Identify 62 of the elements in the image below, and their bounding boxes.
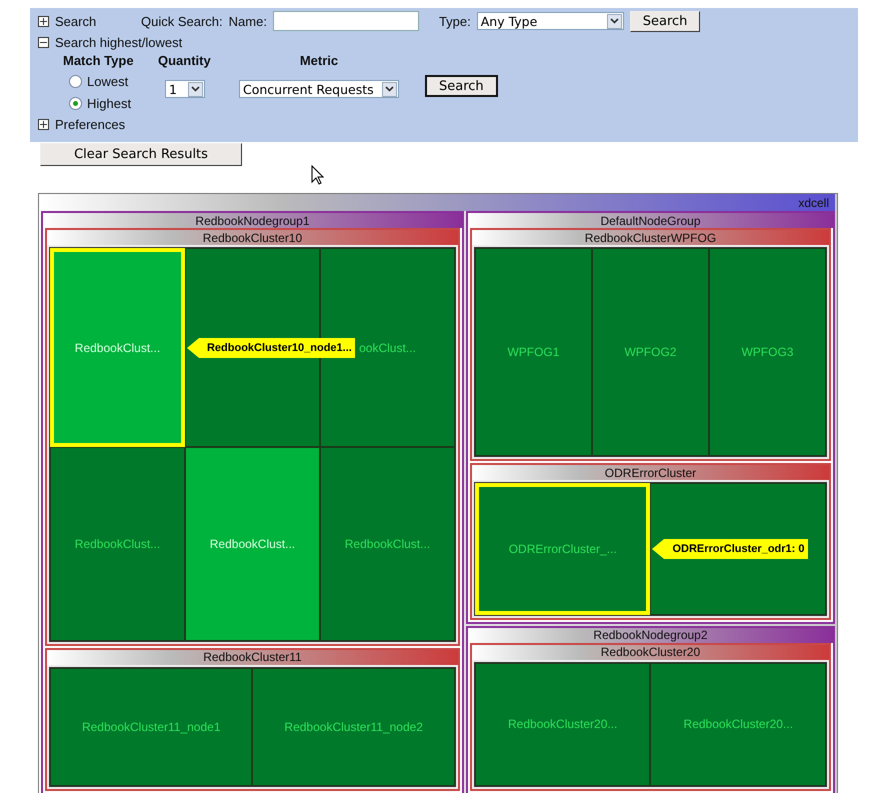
node-label: RedbookClust... <box>74 340 160 355</box>
radio-button[interactable] <box>69 74 82 88</box>
nodegroup-header: DefaultNodeGroup <box>468 213 833 228</box>
column-heading: Metric <box>300 53 338 68</box>
search-button[interactable]: Search <box>425 75 498 97</box>
treemap-node[interactable]: RedbookClust... <box>320 447 455 640</box>
section-label[interactable]: Search <box>55 14 135 28</box>
treemap-node[interactable]: RedbookClust... <box>50 447 185 640</box>
value-callout: ODRErrorCluster_odr1: 0 <box>652 538 808 559</box>
field-label: Type: <box>438 14 471 28</box>
caret-icon[interactable] <box>606 14 622 28</box>
node-label: RedbookClust... <box>74 536 160 551</box>
field-label: Quick Search: <box>141 14 223 28</box>
node-label: RedbookCluster11_node1 <box>82 720 220 734</box>
node-label: RedbookCluster11_node2 <box>284 720 423 734</box>
cluster-header: RedbookCluster20 <box>472 644 829 660</box>
cursor-icon <box>311 165 324 185</box>
quantity-dropdown[interactable]: 1 <box>165 80 205 98</box>
treemap-node[interactable]: RedbookClust... <box>184 447 320 640</box>
treemap-node[interactable]: WPFOG2 <box>592 248 709 456</box>
radio-label[interactable]: Lowest <box>87 74 128 88</box>
node-label: RedbookCluster20... <box>684 717 793 732</box>
node-label: RedbookClust... <box>344 536 430 551</box>
type-dropdown[interactable]: Any Type <box>476 12 624 30</box>
clear-results-button[interactable]: Clear Search Results <box>40 143 242 166</box>
treemap-node[interactable]: RedbookCluster20... <box>650 662 826 786</box>
treemap-node[interactable]: WPFOG3 <box>708 248 826 456</box>
treemap-node[interactable]: RedbookCluster20... <box>474 662 650 786</box>
value-callout: RedbookCluster10_node1... <box>186 338 355 358</box>
node-label: RedbookClust... <box>210 536 296 551</box>
metric-dropdown[interactable]: Concurrent Requests <box>239 80 399 98</box>
expand-icon[interactable] <box>38 118 49 130</box>
treemap-node[interactable]: RedbookCluster11_node1 <box>50 668 252 786</box>
search-button[interactable]: Search <box>630 10 700 32</box>
caret-icon[interactable] <box>188 82 203 96</box>
caret-icon[interactable] <box>382 82 397 96</box>
treemap-node[interactable]: RedbookCluster11_node2 <box>252 668 455 786</box>
node-label: WPFOG3 <box>741 345 794 360</box>
treemap-node[interactable]: WPFOG1 <box>474 248 592 456</box>
node-label: WPFOG1 <box>507 345 560 360</box>
nodegroup-header: RedbookNodegroup1 <box>43 213 462 228</box>
cluster-header: RedbookClusterWPFOG <box>472 230 829 245</box>
nodegroup-header: RedbookNodegroup2 <box>468 628 833 643</box>
node-label: WPFOG2 <box>624 345 676 360</box>
section-label[interactable]: Preferences <box>55 116 126 132</box>
section-label[interactable]: Search highest/lowest <box>55 34 182 50</box>
cluster-header: RedbookCluster10 <box>47 230 458 245</box>
cluster-header: RedbookCluster11 <box>47 650 458 664</box>
collapse-icon[interactable] <box>38 36 49 48</box>
node-label: ODRErrorCluster_... <box>508 542 617 556</box>
radio-label[interactable]: Highest <box>87 96 132 110</box>
field-label: Name: <box>228 14 267 28</box>
treemap-node[interactable]: RedbookClust... <box>50 248 185 448</box>
node-label: ookClust... <box>359 340 416 355</box>
column-heading: Quantity <box>158 53 211 68</box>
cluster-header: ODRErrorCluster <box>472 465 829 480</box>
treemap-node[interactable]: ODRErrorCluster_... <box>474 483 650 615</box>
name-field[interactable] <box>272 11 419 31</box>
expand-icon[interactable] <box>38 16 49 26</box>
node-label: RedbookCluster20... <box>508 717 618 732</box>
radio-button[interactable] <box>69 96 82 110</box>
column-heading: Match Type <box>63 53 135 68</box>
